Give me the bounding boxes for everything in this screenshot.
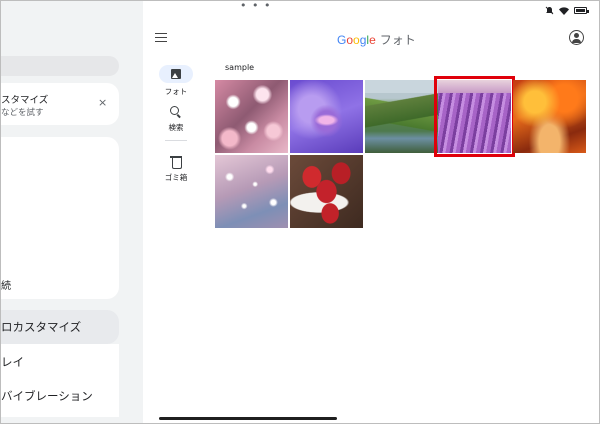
multitask-dots[interactable]: • • • <box>240 1 271 12</box>
navigation-rail: フォト 検索 ゴミ箱 <box>143 61 209 423</box>
account-icon[interactable] <box>569 30 584 45</box>
photo-mountain-valley[interactable] <box>365 80 438 153</box>
mute-icon <box>545 6 554 15</box>
album-title: sample <box>225 63 255 72</box>
rail-item-photos[interactable]: フォト <box>143 65 209 97</box>
settings-item-customize[interactable]: ロカスタマイズ <box>1 310 119 344</box>
rail-item-photos-label: フォト <box>164 87 188 96</box>
app-bar: Google フォト <box>143 19 599 61</box>
settings-group-lower: レイ バイブレーション <box>1 344 119 417</box>
wifi-icon <box>559 6 569 15</box>
google-photos-logo: Google フォト <box>337 33 416 47</box>
photo-icon <box>171 69 181 79</box>
photo-lotus[interactable] <box>290 80 363 153</box>
rail-item-trash[interactable]: ゴミ箱 <box>143 155 209 183</box>
rail-active-pill <box>159 65 193 83</box>
trash-icon <box>169 155 183 169</box>
home-indicator[interactable] <box>159 417 337 420</box>
screen-frame: スタマイズ などを試す × 続 ロカスタマイズ レイ バイブレーション • • … <box>0 0 600 424</box>
settings-item-continue[interactable]: 続 <box>1 277 11 292</box>
settings-group: 続 <box>1 137 119 299</box>
search-icon <box>169 105 183 119</box>
suggestion-card-subtitle: などを試す <box>1 108 44 118</box>
suggestion-card-title: スタマイズ <box>1 95 49 106</box>
photo-strawberries[interactable] <box>290 155 363 228</box>
rail-item-trash-label: ゴミ箱 <box>164 173 188 182</box>
suggestion-card[interactable]: スタマイズ などを試す × <box>1 83 119 125</box>
battery-icon <box>574 7 589 14</box>
rail-divider <box>165 140 187 141</box>
settings-item-customize-label: ロカスタマイズ <box>1 320 82 334</box>
close-icon[interactable]: × <box>98 96 107 109</box>
status-bar: • • • <box>143 1 599 19</box>
settings-item-display[interactable]: レイ <box>1 354 24 370</box>
photo-sparkles[interactable] <box>215 155 288 228</box>
rail-item-search-label: 検索 <box>168 123 184 132</box>
photo-cherry-blossom[interactable] <box>215 80 288 153</box>
logo-suffix: フォト <box>379 33 416 47</box>
settings-item-vibration[interactable]: バイブレーション <box>1 388 93 404</box>
menu-icon[interactable] <box>155 33 167 42</box>
photo-autumn-trees[interactable] <box>513 80 586 153</box>
settings-search-bar[interactable] <box>1 56 119 76</box>
settings-panel: スタマイズ などを試す × 続 ロカスタマイズ レイ バイブレーション <box>1 1 143 423</box>
status-icons <box>545 6 589 15</box>
rail-item-search[interactable]: 検索 <box>143 105 209 133</box>
photo-lavender-field[interactable] <box>434 76 515 157</box>
